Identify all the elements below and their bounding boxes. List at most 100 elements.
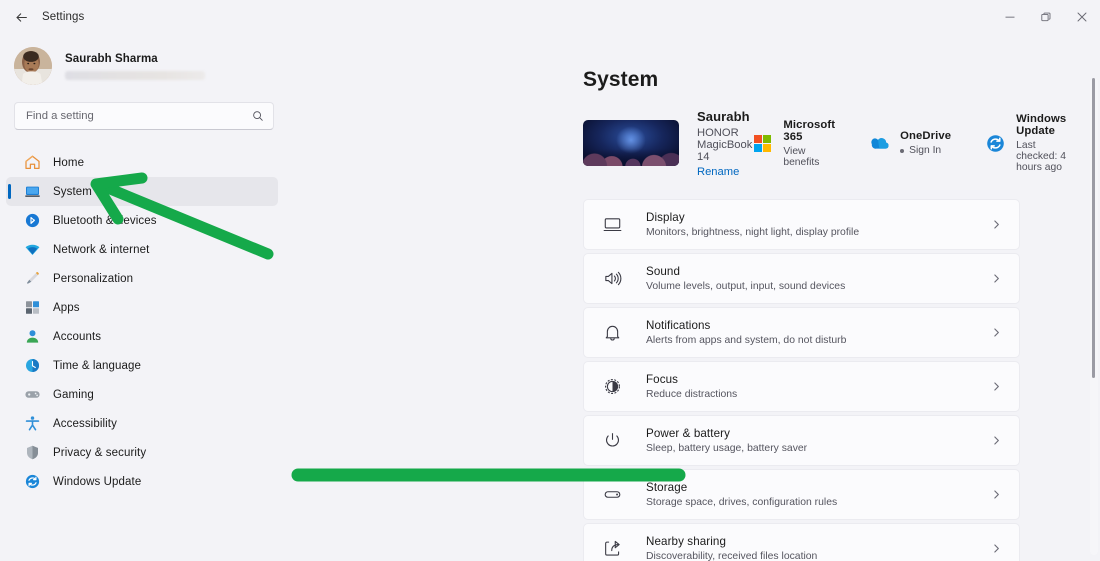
settings-row-sub: Volume levels, output, input, sound devi… [646, 281, 846, 292]
settings-window: Settings Saurabh Sharma Find a setting H… [0, 0, 1100, 561]
status-widget-onedrive[interactable]: OneDrive Sign In [869, 130, 951, 156]
search-box[interactable] [14, 102, 274, 130]
accounts-icon [26, 330, 39, 343]
personalization-icon [24, 270, 41, 287]
sidebar-item-accounts[interactable]: Accounts [6, 322, 278, 351]
sidebar-item-privacy-security[interactable]: Privacy & security [6, 438, 278, 467]
chevron-right-icon [993, 490, 999, 499]
storage-icon [602, 484, 623, 505]
status-widget-title: Microsoft 365 [783, 118, 836, 143]
microsoft-365-icon [754, 134, 772, 152]
settings-row-text: Nearby sharing Discoverability, received … [646, 535, 988, 561]
sidebar-item-label: Home [53, 156, 85, 169]
chevron-right-icon [993, 436, 999, 445]
sidebar-item-time-language[interactable]: Time & language [6, 351, 278, 380]
chevron-right-icon [988, 541, 1004, 557]
sidebar-item-label: Gaming [53, 388, 94, 401]
chevron-right-icon [988, 271, 1004, 287]
profile-text: Saurabh Sharma [65, 53, 205, 80]
settings-row-sound[interactable]: Sound Volume levels, output, input, sound… [583, 253, 1020, 304]
privacy-security-icon [27, 445, 38, 460]
personalization-icon [27, 271, 39, 284]
avatar [14, 47, 52, 85]
settings-row-title: Nearby sharing [646, 535, 727, 548]
settings-row-focus[interactable]: Focus Reduce distractions [583, 361, 1020, 412]
windows-update-icon [985, 133, 1006, 154]
settings-row-power-battery[interactable]: Power & battery Sleep, battery usage, bat… [583, 415, 1020, 466]
settings-row-sub: Monitors, brightness, night light, displ… [646, 227, 860, 238]
sidebar-item-label: Network & internet [53, 243, 150, 256]
minimize-button[interactable] [992, 0, 1028, 34]
device-wallpaper-thumbnail [583, 120, 679, 166]
sidebar-item-apps[interactable]: Apps [6, 293, 278, 322]
windows-update-icon [25, 474, 40, 489]
close-button[interactable] [1064, 0, 1100, 34]
scrollbar[interactable] [1090, 78, 1098, 555]
chevron-right-icon [988, 379, 1004, 395]
sidebar-item-network-internet[interactable]: Network & internet [6, 235, 278, 264]
accounts-icon [24, 328, 41, 345]
settings-row-display[interactable]: Display Monitors, brightness, night light… [583, 199, 1020, 250]
status-widget-sub-text: Last checked: 4 hours ago [1016, 140, 1066, 173]
onedrive-icon [869, 133, 890, 154]
sidebar-item-accessibility[interactable]: Accessibility [6, 409, 278, 438]
status-widget-microsoft-365[interactable]: Microsoft 365 View benefits [752, 119, 835, 168]
apps-icon [26, 301, 39, 314]
sidebar-nav: Home System Bluetooth & devices Network & i… [0, 148, 288, 496]
network-icon [25, 244, 40, 255]
sound-icon [602, 268, 623, 289]
device-name: Saurabh [697, 108, 750, 124]
chevron-right-icon [988, 487, 1004, 503]
settings-row-title: Focus [646, 373, 679, 386]
sidebar-item-bluetooth-devices[interactable]: Bluetooth & devices [6, 206, 278, 235]
back-button[interactable] [6, 3, 36, 31]
windows-update-icon [24, 473, 41, 490]
focus-icon [602, 376, 623, 397]
sidebar-item-personalization[interactable]: Personalization [6, 264, 278, 293]
notifications-icon [602, 322, 623, 343]
main-content: System Saurabh HONOR MagicBook 14 Rename… [288, 34, 1100, 561]
status-widget-text: Microsoft 365 View benefits [783, 119, 835, 168]
onedrive-icon [871, 138, 889, 149]
user-profile[interactable]: Saurabh Sharma [0, 36, 288, 92]
settings-row-nearby-sharing[interactable]: Nearby sharing Discoverability, received … [583, 523, 1020, 561]
title-bar: Settings [0, 0, 1100, 34]
device-model: HONOR MagicBook 14 [697, 126, 753, 163]
status-widget-sub-text: Sign In [909, 145, 942, 156]
time-language-icon [26, 359, 39, 372]
back-arrow-icon [16, 12, 27, 22]
sidebar-item-home[interactable]: Home [6, 148, 278, 177]
microsoft-365-icon [752, 133, 773, 154]
accessibility-icon [24, 415, 41, 432]
apps-icon [24, 299, 41, 316]
sidebar-item-system[interactable]: System [6, 177, 278, 206]
rename-link[interactable]: Rename [697, 166, 752, 178]
sidebar-item-gaming[interactable]: Gaming [6, 380, 278, 409]
sidebar-item-label: Accessibility [53, 417, 117, 430]
status-bullet [900, 148, 905, 153]
status-widget-title: Windows Update [1016, 113, 1067, 137]
device-info: Saurabh HONOR MagicBook 14 Rename [697, 109, 752, 178]
scrollbar-thumb[interactable] [1092, 78, 1095, 378]
maximize-button[interactable] [1028, 0, 1064, 34]
privacy-security-icon [24, 444, 41, 461]
wallpaper-foreground [583, 148, 679, 166]
status-widget-text: OneDrive Sign In [900, 130, 951, 156]
settings-row-storage[interactable]: Storage Storage space, drives, configurat… [583, 469, 1020, 520]
device-summary: Saurabh HONOR MagicBook 14 Rename Micros… [583, 109, 1066, 178]
settings-list: Display Monitors, brightness, night light… [583, 199, 1020, 561]
accessibility-icon [25, 416, 40, 431]
search-input[interactable] [26, 110, 252, 122]
nearby-sharing-icon [602, 538, 623, 559]
sidebar-item-label: Accounts [53, 330, 102, 343]
settings-row-sub: Reduce distractions [646, 389, 738, 400]
chevron-right-icon [993, 220, 999, 229]
status-widget-windows-update[interactable]: Windows Update Last checked: 4 hours ago [985, 113, 1066, 173]
status-widget-sub: Last checked: 4 hours ago [1016, 140, 1066, 173]
status-widgets: Microsoft 365 View benefits OneDrive Sign I… [752, 113, 1066, 173]
search-area [0, 92, 288, 130]
window-body: Saurabh Sharma Home System Bluetooth & dev… [0, 34, 1100, 561]
settings-row-title: Sound [646, 265, 681, 278]
settings-row-notifications[interactable]: Notifications Alerts from apps and system… [583, 307, 1020, 358]
sidebar-item-windows-update[interactable]: Windows Update [6, 467, 278, 496]
